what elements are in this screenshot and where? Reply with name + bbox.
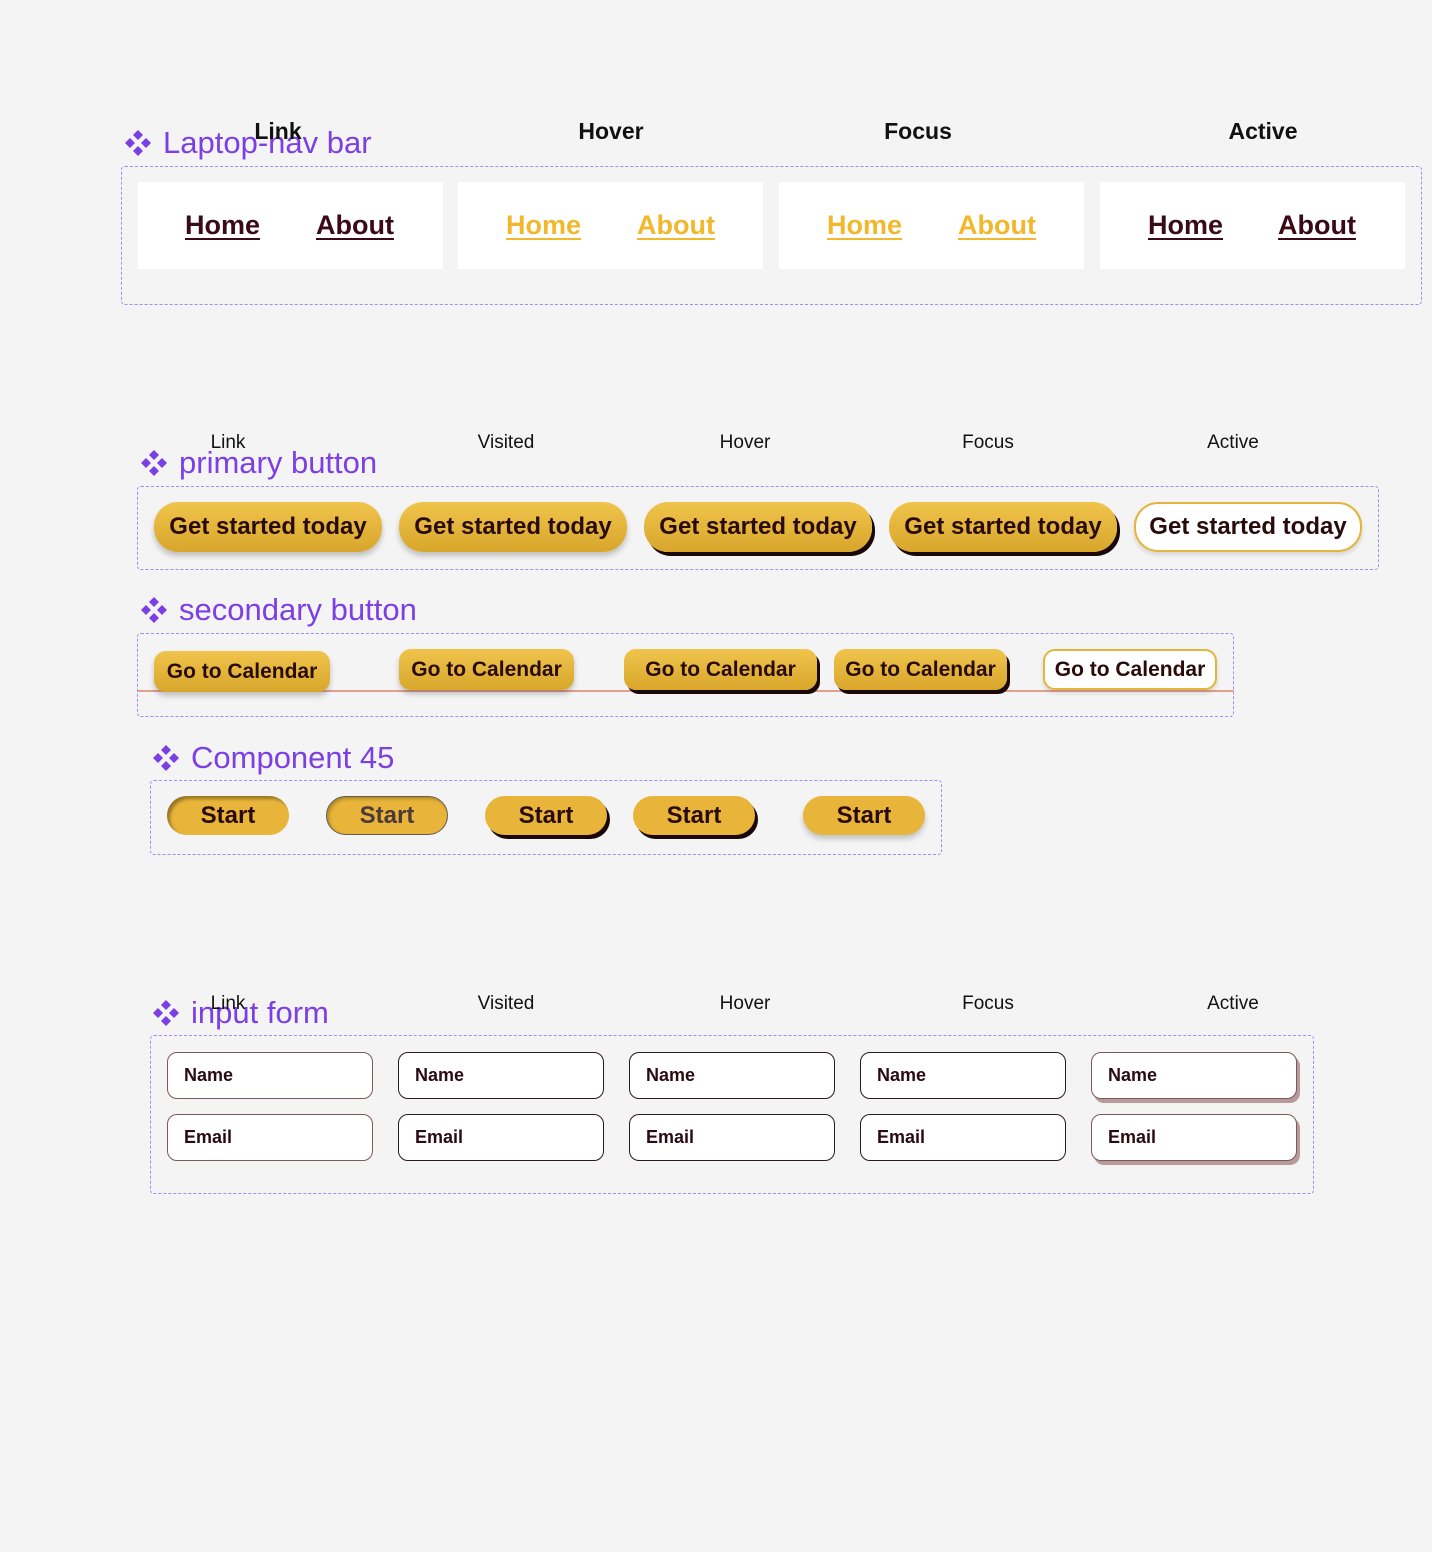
- state-label-hover: Hover: [719, 993, 771, 1014]
- state-label-active: Active: [1207, 993, 1259, 1014]
- state-label-visited: Visited: [477, 432, 535, 453]
- start-button-focus[interactable]: Start: [633, 796, 755, 835]
- nav-home-link[interactable]: Home: [827, 210, 902, 241]
- start-button-active[interactable]: Start: [803, 796, 925, 835]
- state-label-hover: Hover: [578, 118, 644, 144]
- nav-about-link[interactable]: About: [1278, 210, 1356, 241]
- component-icon: [125, 129, 151, 156]
- secondary-button-visited[interactable]: Go to Calendar: [399, 649, 574, 690]
- state-label-link: Link: [254, 118, 302, 144]
- name-field-link[interactable]: Name: [167, 1052, 373, 1099]
- state-label-active: Active: [1207, 432, 1259, 453]
- start-button-hover[interactable]: Start: [485, 796, 607, 835]
- secondary-button-link[interactable]: Go to Calendar: [154, 651, 330, 692]
- component-title-text: primary button: [179, 445, 378, 480]
- component-icon: [141, 596, 167, 623]
- primary-button-hover[interactable]: Get started today: [644, 502, 872, 552]
- start-button-link[interactable]: Start: [167, 796, 289, 835]
- email-field-link[interactable]: Email: [167, 1114, 373, 1161]
- state-label-focus: Focus: [962, 432, 1014, 453]
- nav-about-link[interactable]: About: [316, 210, 394, 241]
- name-field-hover[interactable]: Name: [629, 1052, 835, 1099]
- component-title-text: secondary button: [179, 592, 417, 627]
- component-icon: [153, 744, 179, 771]
- name-field-focus[interactable]: Name: [860, 1052, 1066, 1099]
- primary-button-active[interactable]: Get started today: [1134, 502, 1362, 552]
- state-label-link: Link: [210, 432, 246, 453]
- component-title-text: Component 45: [191, 740, 395, 775]
- component-title-component45: Component 45: [151, 742, 394, 773]
- email-field-hover[interactable]: Email: [629, 1114, 835, 1161]
- nav-bar-focus-state: [779, 182, 1084, 269]
- primary-button-link[interactable]: Get started today: [154, 502, 382, 552]
- email-field-visited[interactable]: Email: [398, 1114, 604, 1161]
- nav-bar-hover-state: [458, 182, 763, 269]
- state-label-link: Link: [210, 993, 246, 1014]
- nav-home-link[interactable]: Home: [1148, 210, 1223, 241]
- state-label-active: Active: [1228, 118, 1298, 144]
- component-title-nav: Laptop-nav bar: [123, 127, 372, 158]
- nav-home-link[interactable]: Home: [506, 210, 581, 241]
- name-field-visited[interactable]: Name: [398, 1052, 604, 1099]
- component-title-primary: primary button: [139, 447, 377, 478]
- nav-about-link[interactable]: About: [637, 210, 715, 241]
- email-field-focus[interactable]: Email: [860, 1114, 1066, 1161]
- state-label-focus: Focus: [884, 118, 952, 144]
- nav-about-link[interactable]: About: [958, 210, 1036, 241]
- nav-bar-active-state: [1100, 182, 1405, 269]
- primary-button-focus[interactable]: Get started today: [889, 502, 1117, 552]
- state-label-focus: Focus: [962, 993, 1014, 1014]
- secondary-button-hover[interactable]: Go to Calendar: [624, 649, 817, 690]
- component-icon: [153, 999, 179, 1026]
- component-icon: [141, 449, 167, 476]
- state-label-visited: Visited: [477, 993, 535, 1014]
- start-button-visited[interactable]: Start: [326, 796, 448, 835]
- nav-bar-link-state: [138, 182, 443, 269]
- state-label-hover: Hover: [719, 432, 771, 453]
- primary-button-visited[interactable]: Get started today: [399, 502, 627, 552]
- nav-home-link[interactable]: Home: [185, 210, 260, 241]
- email-field-active[interactable]: Email: [1091, 1114, 1297, 1161]
- component-title-secondary: secondary button: [139, 594, 417, 625]
- secondary-button-active[interactable]: Go to Calendar: [1043, 649, 1217, 690]
- name-field-active[interactable]: Name: [1091, 1052, 1297, 1099]
- secondary-button-focus[interactable]: Go to Calendar: [834, 649, 1007, 690]
